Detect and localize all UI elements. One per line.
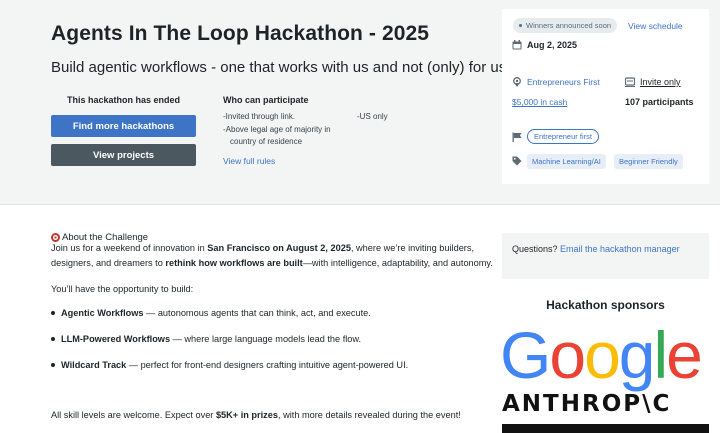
- google-logo[interactable]: Google: [500, 322, 703, 388]
- event-date: Aug 2, 2025: [527, 40, 578, 50]
- view-full-rules-link[interactable]: View full rules: [223, 156, 275, 166]
- participants-count: 107 participants: [625, 97, 694, 107]
- page-title: Agents In The Loop Hackathon - 2025: [51, 22, 430, 45]
- bullet-dot: [51, 362, 55, 367]
- hero-section: Agents In The Loop Hackathon - 2025 Buil…: [0, 0, 720, 205]
- opportunity-text: You’ll have the opportunity to build:: [51, 284, 194, 294]
- host-link[interactable]: Entrepreneurs First: [527, 77, 600, 87]
- calendar-icon: [512, 40, 522, 50]
- track-item: LLM-Powered Workflows — where large lang…: [51, 334, 361, 344]
- eligibility-item-continued: country of residence: [230, 137, 303, 146]
- eligibility-item: -US only: [357, 112, 388, 121]
- eligibility-item: -Invited through link.: [223, 112, 296, 121]
- anthropic-logo[interactable]: ANTHROP\C: [502, 391, 671, 417]
- questions-box: Questions? Email the hackathon manager: [502, 233, 709, 279]
- status-dot-icon: [519, 24, 522, 27]
- flag-icon: [512, 132, 522, 142]
- closing-text: All skill levels are welcome. Expect ove…: [51, 410, 461, 420]
- track-item: Agentic Workflows — autonomous agents th…: [51, 308, 371, 318]
- bullet-dot: [51, 336, 55, 341]
- status-text: This hackathon has ended: [66, 95, 181, 105]
- view-projects-button[interactable]: View projects: [51, 144, 196, 166]
- sponsor-logo-bar: [502, 424, 709, 433]
- eligibility-item: -Above legal age of majority in: [223, 125, 331, 134]
- tag-chip[interactable]: Machine Learning/AI: [527, 154, 606, 169]
- track-item: Wildcard Track — perfect for front-end d…: [51, 360, 408, 370]
- tag-icon: [512, 156, 522, 166]
- find-more-hackathons-button[interactable]: Find more hackathons: [51, 115, 196, 137]
- visibility-text[interactable]: Invite only: [640, 77, 681, 87]
- invite-icon: [625, 77, 635, 87]
- prize-link[interactable]: $5,000 in cash: [512, 97, 567, 107]
- winners-status-badge: Winners announced soon: [513, 18, 618, 33]
- hackathon-info-card: Winners announced soon View schedule Aug…: [502, 9, 709, 184]
- location-pin-icon: [513, 77, 521, 87]
- who-can-participate-title: Who can participate: [223, 95, 309, 105]
- tag-chip[interactable]: Beginner Friendly: [614, 154, 683, 169]
- about-intro-line-2: designers, and dreamers to rethink how w…: [51, 258, 493, 268]
- bullet-dot: [51, 310, 55, 315]
- sponsors-title: Hackathon sponsors: [546, 298, 665, 312]
- view-schedule-link[interactable]: View schedule: [628, 21, 683, 31]
- page-tagline: Build agentic workflows - one that works…: [51, 59, 511, 76]
- category-chip[interactable]: Entrepreneur first: [527, 129, 599, 144]
- email-manager-link[interactable]: Email the hackathon manager: [560, 244, 680, 254]
